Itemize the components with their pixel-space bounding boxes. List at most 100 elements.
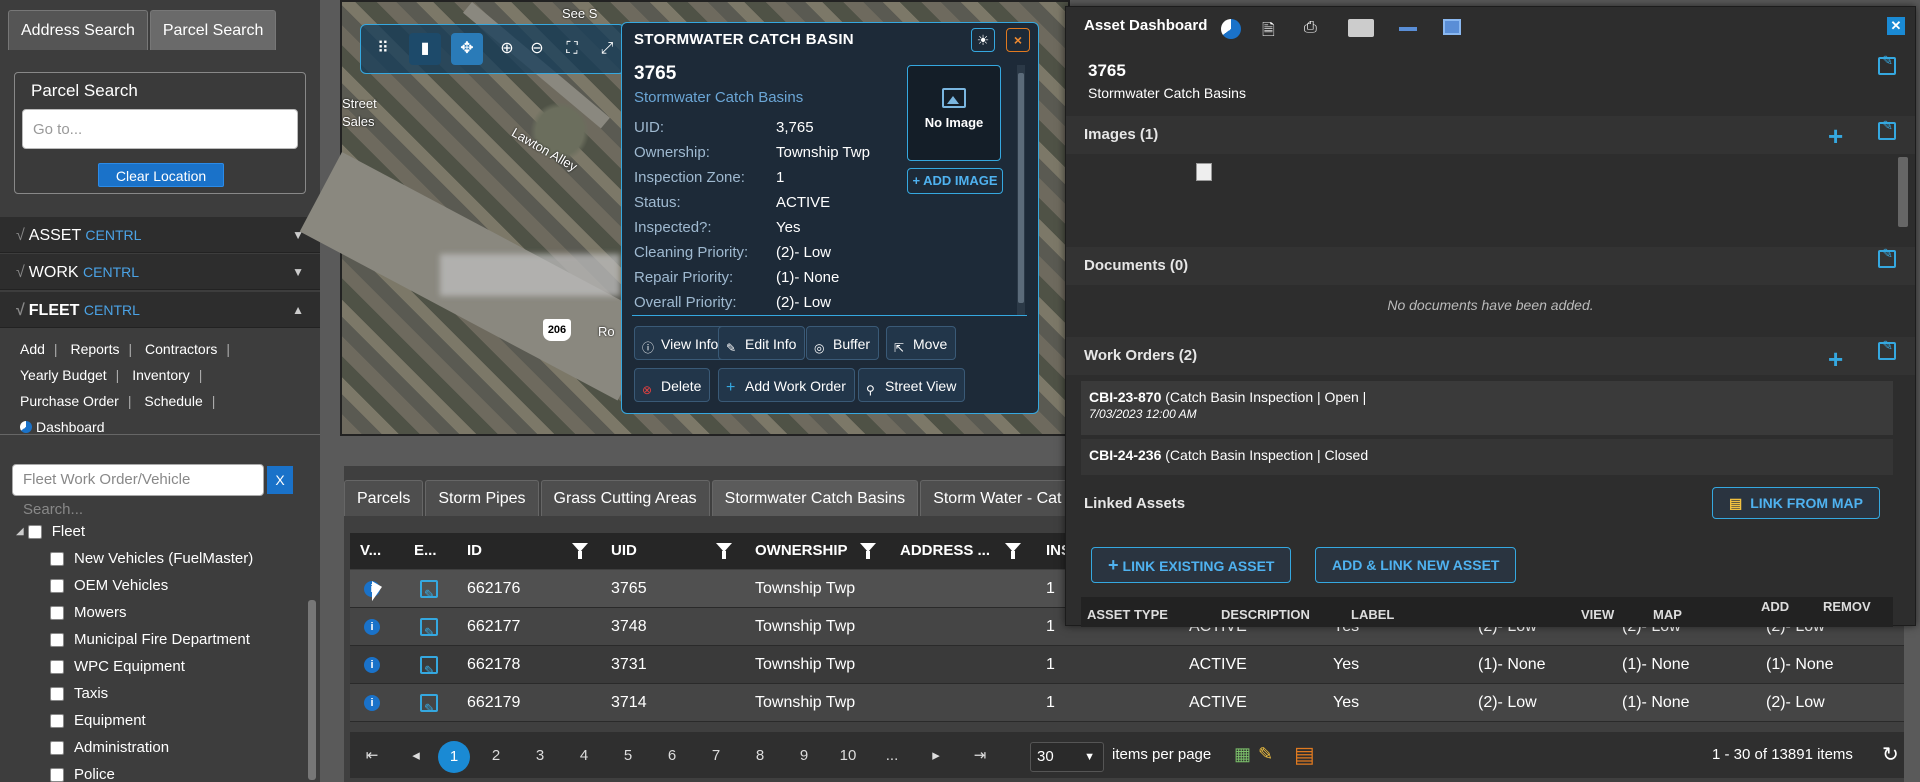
pdf-icon[interactable]: 🗎: [1262, 19, 1284, 39]
buffer-button[interactable]: ◎ Buffer: [806, 326, 880, 360]
add-link-new-asset-button[interactable]: ADD & LINK NEW ASSET: [1315, 547, 1517, 583]
link-dashboard[interactable]: Dashboard: [20, 414, 310, 440]
col-view[interactable]: V...: [360, 533, 381, 569]
broken-image-icon[interactable]: [1196, 163, 1212, 181]
col-uid[interactable]: UID: [611, 533, 637, 569]
link-schedule[interactable]: Schedule: [144, 393, 202, 409]
restore-icon[interactable]: [1443, 19, 1461, 35]
asset-centrl-header[interactable]: √ ASSET CENTRL ▼: [0, 217, 320, 253]
link-add[interactable]: Add: [20, 341, 45, 357]
col-id[interactable]: ID: [467, 533, 482, 569]
brightness-icon[interactable]: ☀: [971, 28, 995, 52]
tree-item[interactable]: Administration: [16, 734, 306, 761]
page-4[interactable]: 4: [570, 744, 598, 768]
link-inventory[interactable]: Inventory: [132, 367, 190, 383]
close-icon[interactable]: ✕: [1887, 17, 1905, 35]
checkbox[interactable]: [50, 578, 64, 593]
page-more[interactable]: ...: [878, 744, 906, 768]
tree-item[interactable]: OEM Vehicles: [16, 572, 306, 599]
tree-item[interactable]: New Vehicles (FuelMaster): [16, 545, 306, 572]
refresh-icon[interactable]: ↻: [1882, 742, 1899, 767]
edit-icon[interactable]: [1878, 118, 1896, 140]
zoom-in-icon[interactable]: ⊕: [491, 33, 523, 65]
checkbox[interactable]: [50, 713, 64, 728]
tree-item[interactable]: Municipal Fire Department: [16, 626, 306, 653]
checkbox[interactable]: [50, 659, 64, 674]
link-reports[interactable]: Reports: [70, 341, 119, 357]
page-6[interactable]: 6: [658, 744, 686, 768]
per-page-select[interactable]: 30 ▼: [1030, 742, 1104, 772]
tab-address-search[interactable]: Address Search: [8, 10, 148, 50]
checkbox[interactable]: [50, 767, 64, 782]
extent-icon[interactable]: ⛶: [556, 33, 588, 65]
edit-icon[interactable]: [1878, 53, 1896, 75]
edit-icon[interactable]: [420, 690, 438, 728]
mail-icon[interactable]: [1348, 19, 1374, 37]
edit-icon[interactable]: [420, 614, 438, 652]
tree-item[interactable]: Equipment: [16, 707, 306, 734]
edit-info-button[interactable]: ✎ Edit Info: [718, 326, 806, 360]
left-scrollbar[interactable]: [308, 600, 316, 780]
clear-location-button[interactable]: Clear Location: [98, 163, 224, 187]
delete-button[interactable]: ⊗ Delete: [634, 368, 711, 402]
fleet-search-clear-button[interactable]: X: [267, 466, 293, 494]
fullscreen-icon[interactable]: ⤢: [591, 33, 623, 65]
add-image-button[interactable]: + ADD IMAGE: [907, 168, 1003, 194]
fleet-centrl-header[interactable]: √ FLEET CENTRL ▲: [0, 292, 320, 328]
tab-parcels[interactable]: Parcels: [344, 480, 424, 516]
export-excel-icon[interactable]: ▦: [1234, 744, 1251, 765]
checkbox[interactable]: [27, 524, 42, 539]
street-view-button[interactable]: ⚲ Street View: [858, 368, 966, 402]
edit-icon[interactable]: [420, 652, 438, 690]
edit-icon[interactable]: [420, 576, 438, 614]
edit-icon[interactable]: [1878, 246, 1896, 268]
panel-toggle-icon[interactable]: ▮: [409, 33, 441, 65]
work-order-item[interactable]: CBI-24-236 (Catch Basin Inspection | Clo…: [1081, 439, 1893, 475]
close-icon[interactable]: ×: [1006, 28, 1030, 52]
checkbox[interactable]: [50, 551, 64, 566]
tab-catch-basins[interactable]: Stormwater Catch Basins: [711, 480, 919, 516]
filter-icon[interactable]: [716, 543, 732, 559]
tree-item[interactable]: WPC Equipment: [16, 653, 306, 680]
info-icon[interactable]: i: [364, 619, 380, 635]
link-from-map-button[interactable]: ▤ LINK FROM MAP: [1712, 487, 1880, 519]
page-7[interactable]: 7: [702, 744, 730, 768]
popup-scrollbar[interactable]: [1017, 65, 1025, 315]
page-3[interactable]: 3: [526, 744, 554, 768]
add-image-icon[interactable]: +: [1828, 123, 1843, 149]
filter-icon[interactable]: [860, 543, 876, 559]
fleet-search-input[interactable]: Fleet Work Order/Vehicle Search...: [12, 464, 264, 518]
work-centrl-header[interactable]: √ WORK CENTRL ▼: [0, 254, 320, 290]
view-info-button[interactable]: ⓘ View Info: [634, 326, 728, 360]
info-icon[interactable]: i: [364, 657, 380, 673]
move-button[interactable]: ⇱ Move: [886, 326, 957, 360]
work-order-item[interactable]: CBI-23-870 (Catch Basin Inspection | Ope…: [1081, 381, 1893, 435]
images-scrollbar[interactable]: [1898, 157, 1908, 227]
add-work-order-icon[interactable]: +: [1828, 346, 1843, 372]
zoom-out-icon[interactable]: ⊖: [521, 33, 553, 65]
link-existing-asset-button[interactable]: + LINK EXISTING ASSET: [1091, 547, 1292, 583]
prev-page-icon[interactable]: ◂: [402, 744, 430, 768]
page-5[interactable]: 5: [614, 744, 642, 768]
first-page-icon[interactable]: ⇤: [358, 744, 386, 768]
pie-chart-icon[interactable]: [1221, 19, 1241, 39]
tree-item[interactable]: Taxis: [16, 680, 306, 707]
add-work-order-button[interactable]: + Add Work Order: [718, 368, 855, 402]
filter-icon[interactable]: [1005, 543, 1021, 559]
info-icon[interactable]: i: [364, 695, 380, 711]
tab-storm-pipes[interactable]: Storm Pipes: [425, 480, 539, 516]
col-ownership[interactable]: OWNERSHIP: [755, 533, 848, 569]
link-purchase-order[interactable]: Purchase Order: [20, 393, 119, 409]
grid-icon[interactable]: ⠿: [367, 33, 399, 65]
tab-storm-water[interactable]: Storm Water - Cat: [920, 480, 1075, 516]
page-9[interactable]: 9: [790, 744, 818, 768]
last-page-icon[interactable]: ⇥: [966, 744, 994, 768]
page-10[interactable]: 10: [834, 744, 862, 768]
print-icon[interactable]: ⎙: [1304, 19, 1326, 39]
minimize-icon[interactable]: [1399, 27, 1417, 31]
pan-icon[interactable]: ✥: [451, 33, 483, 65]
edit-icon[interactable]: [1878, 338, 1896, 360]
checkbox[interactable]: [50, 740, 64, 755]
page-8[interactable]: 8: [746, 744, 774, 768]
link-yearly-budget[interactable]: Yearly Budget: [20, 367, 107, 383]
